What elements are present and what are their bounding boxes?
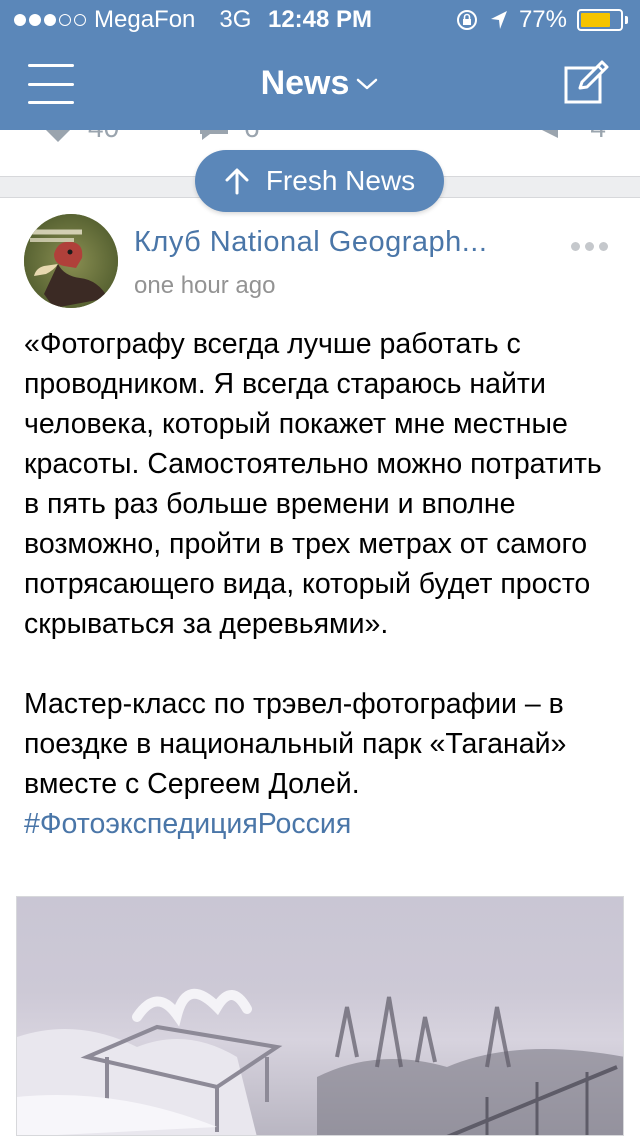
post-paragraph-2: Мастер-класс по трэвел-фотографии – в по… [24,688,567,800]
nav-title-label: News [260,64,350,102]
status-right: 77% [455,0,628,40]
battery-percent: 77% [518,6,567,33]
vulture-avatar-image [24,214,118,308]
status-bar: MegaFon 3G 12:48 PM 77% [0,0,640,40]
location-arrow-icon [490,11,507,29]
post-time: one hour ago [134,272,276,299]
chevron-down-icon [357,78,378,89]
arrow-up-icon [225,168,249,195]
header: MegaFon 3G 12:48 PM 77% News [0,0,640,130]
app-screen: MegaFon 3G 12:48 PM 77% News Fresh News … [0,0,640,1136]
post-body: «Фотографу всегда лучше работать с прово… [24,324,624,844]
nav-bar: News [0,40,640,130]
status-left: MegaFon 3G [14,0,251,40]
network-type: 3G [219,6,252,33]
post-photo[interactable] [16,896,624,1136]
battery-fill [581,13,611,27]
post-paragraph-1: «Фотографу всегда лучше работать с прово… [24,328,602,640]
battery-icon [577,9,628,31]
news-post: Клуб National Geograph... one hour ago «… [0,198,640,1136]
compose-icon[interactable] [562,58,610,106]
fresh-news-button[interactable]: Fresh News [195,150,444,212]
signal-strength-icon [14,14,86,26]
news-filter-dropdown[interactable]: News [261,64,380,103]
more-options-icon[interactable] [571,242,608,251]
avatar[interactable] [24,214,118,308]
carrier-name: MegaFon [94,6,196,33]
fresh-news-label: Fresh News [265,165,416,196]
nav-title: News [0,64,640,103]
hashtag-link[interactable]: #ФотоэкспедицияРоссия [24,804,624,844]
snowy-bench-photo [17,988,623,1135]
orientation-lock-icon [456,10,477,30]
post-author[interactable]: Клуб National Geograph... [134,226,544,259]
